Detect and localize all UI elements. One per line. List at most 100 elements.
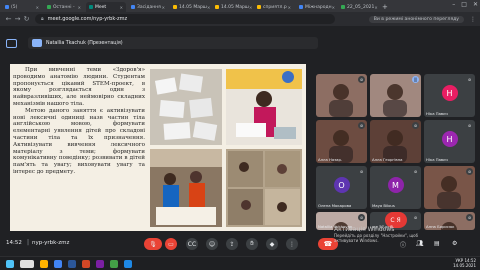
word-icon[interactable] [68,259,76,268]
incognito-badge[interactable]: Ви в режимі анонімного перегляду [368,15,464,23]
mic-off-button[interactable]: 🎙︎ [144,238,162,250]
participant-tile[interactable]: ⊘ Анна Борисюк [424,212,475,230]
tab-label: 22_05_2021 [347,4,375,10]
chat-icon[interactable]: ▤ [434,240,440,247]
browser-tabstrip: (5) ✕ Останні - ✕ Meet ✕ Засідання ✕ 14.05 Марш ✕… [0,0,480,12]
slide-paragraph: При вивченні теми «Здоров'я» проводимо а… [13,67,145,107]
speaking-indicator-icon: ||| [412,76,419,83]
participant-tile[interactable]: ⊘ [424,166,475,209]
participant-tile[interactable]: Н ⊘ Ніка Павич [424,120,475,163]
presentation-icon [6,39,17,48]
slide-photo [150,69,222,145]
participant-tile[interactable]: M ⊘ Maya Bilous [370,166,421,209]
system-tray[interactable]: УКР 14:52 14.05.2021 [453,258,476,268]
more-options-button[interactable]: ⋮ [286,238,298,250]
muted-mic-icon: ⊘ [358,76,365,83]
browser-tab[interactable]: Meet ✕ [86,2,126,12]
participant-tile[interactable]: О ⊘ Олена Мокарова [316,166,367,209]
close-tab-icon[interactable]: ✕ [162,5,165,10]
participant-name: Олена Мокарова [318,203,352,208]
camera-off-icon: ▭ [168,240,174,248]
tab-label: (5) [11,4,18,10]
browser-tab[interactable]: (5) ✕ [2,2,42,12]
new-tab-button[interactable]: + [382,2,388,12]
mic-off-icon: 🎙︎ [149,240,157,248]
participant-name: Maya Bilous [372,203,395,208]
tab-label: сприятл.р [263,4,287,10]
close-tab-icon[interactable]: ✕ [288,5,291,10]
tab-favicon-icon [299,5,303,9]
close-window-icon[interactable]: ✕ [473,1,478,8]
windows-activation-watermark: Активація Windows Перейдіть до розділу "… [334,226,418,243]
chrome-icon[interactable] [54,259,62,268]
muted-mic-icon: ⊘ [466,76,473,83]
close-tab-icon[interactable]: ✕ [374,5,377,10]
slide-photo [150,149,222,227]
browser-tab[interactable]: Останні - ✕ [44,2,84,12]
maximize-icon[interactable]: □ [461,1,467,8]
browser-tab[interactable]: 14.05 Марш ✕ [170,2,210,12]
captions-icon: CC [187,240,197,248]
participant-avatar: M [387,177,404,194]
close-tab-icon[interactable]: ✕ [36,5,39,10]
url-input[interactable]: 🔒︎ meet.google.com/nyp-yrbk-zmz [35,14,335,24]
app-icon[interactable] [110,259,118,268]
tab-label: Міжнародн [305,4,332,10]
presenter-banner[interactable]: Natallia Tkachuk (Презентація) [28,37,318,49]
search-icon[interactable] [20,259,34,268]
tray-date: 14.05.2021 [453,263,476,268]
emoji-icon: ☺ [208,240,216,248]
browser-menu-icon[interactable]: ⋮ [470,16,476,23]
tab-favicon-icon [257,5,261,9]
close-tab-icon[interactable]: ✕ [207,5,210,10]
muted-mic-icon: ⊘ [358,214,365,221]
reload-icon[interactable]: ↻ [22,15,31,23]
participant-tile[interactable]: ⊘ Алла Георгівна [370,120,421,163]
raise-hand-button[interactable]: ✋︎ [246,238,258,250]
meeting-time: 14:52 [6,240,22,246]
screen: (5) ✕ Останні - ✕ Meet ✕ Засідання ✕ 14.05 Марш ✕… [0,0,480,270]
close-tab-icon[interactable]: ✕ [78,5,81,10]
app-icon[interactable] [124,259,132,268]
activities-icon[interactable]: ⚙ [452,240,457,247]
file-explorer-icon[interactable] [40,259,48,268]
forward-icon[interactable]: → [13,15,22,23]
browser-tab[interactable]: 22_05_2021 ✕ [338,2,378,12]
browser-tab[interactable]: Засідання ✕ [128,2,168,12]
muted-mic-icon: ⊘ [358,168,365,175]
participant-avatar: Н [441,85,458,102]
close-tab-icon[interactable]: ✕ [332,5,335,10]
more-vert-icon: ⋮ [289,240,295,248]
tab-label: Останні - [53,4,75,10]
participant-tile[interactable]: Н ⊘ Ніка Павич [424,74,475,117]
tab-favicon-icon [173,5,177,9]
screen-share-icon [32,39,42,47]
tab-label: Засідання [137,4,161,10]
reactions-button[interactable]: ☺ [206,238,218,250]
app-icon[interactable] [96,259,104,268]
activities-button[interactable]: ◆ [266,238,278,250]
close-tab-icon[interactable]: ✕ [120,5,123,10]
present-button[interactable]: ⇪ [226,238,238,250]
camera-off-button[interactable]: ▭ [165,238,177,250]
participant-tile[interactable]: ⊘ [316,74,367,117]
start-icon[interactable] [6,259,14,268]
present-icon: ⇪ [229,240,235,248]
lock-icon: 🔒︎ [41,16,44,22]
participant-name: Алла Назар. [318,157,343,162]
participant-tile[interactable]: ⊘ Алла Назар. [316,120,367,163]
divider: | [27,239,30,246]
phone-hangup-icon: ☎ [323,240,333,248]
powerpoint-icon[interactable] [82,259,90,268]
os-taskbar: УКР 14:52 14.05.2021 [0,256,480,270]
tab-favicon-icon [341,5,345,9]
tab-favicon-icon [5,5,9,9]
close-tab-icon[interactable]: ✕ [249,5,252,10]
minimize-icon[interactable]: – [452,1,455,8]
captions-button[interactable]: CC [186,238,198,250]
browser-tab[interactable]: 14.05 Марш ✕ [212,2,252,12]
browser-tab[interactable]: сприятл.р ✕ [254,2,294,12]
back-icon[interactable]: ← [4,15,13,23]
browser-tab[interactable]: Міжнародн ✕ [296,2,336,12]
participant-tile[interactable]: ||| [370,74,421,117]
